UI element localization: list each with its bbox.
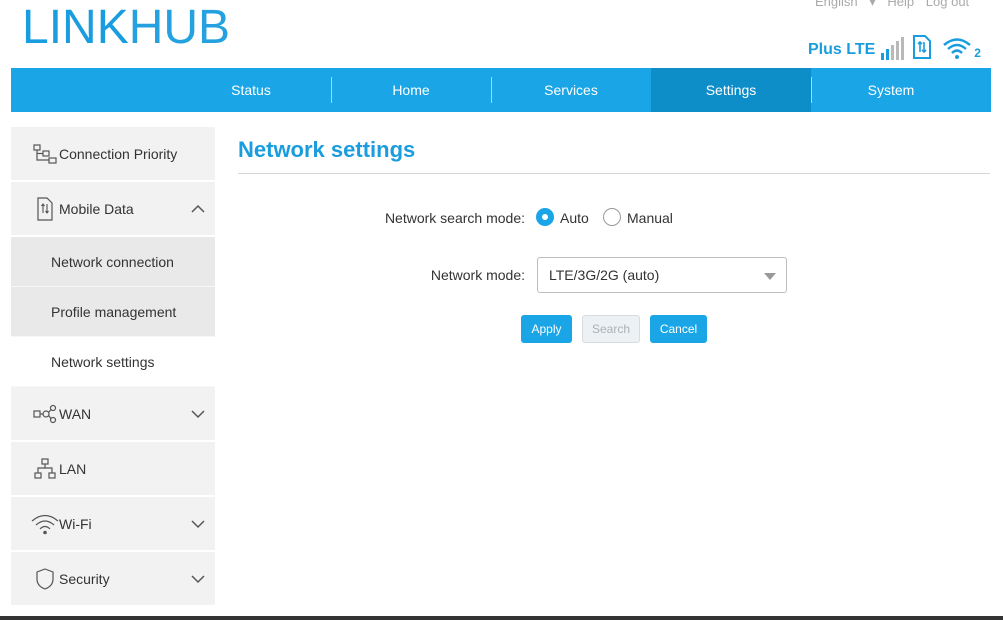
title-divider: [238, 173, 990, 174]
dropdown-caret-icon: [764, 273, 776, 280]
mobile-data-icon: [37, 196, 53, 221]
sidebar-subitem-profile-management[interactable]: Profile management: [11, 287, 215, 337]
cancel-button[interactable]: Cancel: [650, 315, 707, 343]
wifi-client-count: 2: [974, 46, 981, 60]
sidebar-subitem-network-settings[interactable]: Network settings: [11, 337, 215, 387]
apply-button[interactable]: Apply: [521, 315, 572, 343]
nav-settings[interactable]: Settings: [651, 68, 811, 112]
search-mode-auto-label[interactable]: Auto: [560, 210, 589, 226]
help-link[interactable]: Help: [887, 0, 914, 9]
main-nav: Status Home Services Settings System: [11, 68, 991, 112]
sim-card-icon: [913, 35, 932, 59]
header: LINKHUB English ▾ Help Log out Plus LTE …: [0, 0, 1003, 68]
search-mode-auto-radio[interactable]: [536, 208, 554, 226]
chevron-down-icon[interactable]: [191, 407, 205, 421]
signal-strength-icon: [881, 37, 906, 60]
sidebar-item-label: WAN: [59, 405, 92, 422]
nav-home[interactable]: Home: [331, 68, 491, 112]
sidebar-item-label: Wi-Fi: [59, 515, 92, 532]
logout-link[interactable]: Log out: [926, 0, 969, 9]
action-buttons: Apply Search Cancel: [238, 315, 990, 343]
sidebar-item-label: Security: [59, 570, 110, 587]
bottom-edge: [0, 616, 1003, 620]
nav-services[interactable]: Services: [491, 68, 651, 112]
status-area: Plus LTE 2: [808, 32, 981, 60]
top-links: English ▾ Help Log out: [815, 0, 977, 10]
network-mode-label: Network mode:: [430, 267, 525, 283]
sidebar: Connection Priority Mobile Data Network …: [11, 127, 215, 607]
sidebar-item-wifi[interactable]: Wi-Fi: [11, 497, 215, 552]
lan-icon: [34, 457, 56, 479]
shield-icon: [36, 567, 54, 590]
search-button[interactable]: Search: [582, 315, 640, 343]
sidebar-item-label: Mobile Data: [59, 200, 134, 217]
sidebar-item-label: LAN: [59, 460, 87, 477]
sidebar-item-label: Connection Priority: [59, 145, 178, 162]
language-select[interactable]: English ▾: [815, 0, 876, 9]
sidebar-item-lan[interactable]: LAN: [11, 442, 215, 497]
chevron-down-icon[interactable]: [191, 517, 205, 531]
nav-status[interactable]: Status: [171, 68, 331, 112]
page-title: Network settings: [238, 137, 416, 162]
sidebar-item-security[interactable]: Security: [11, 552, 215, 607]
carrier-name: Plus LTE: [808, 41, 876, 58]
chevron-up-icon[interactable]: [191, 202, 205, 216]
main-content: Network settings Network search mode: Au…: [238, 127, 990, 343]
search-mode-manual-radio[interactable]: [603, 208, 621, 226]
wifi-icon: [943, 38, 972, 59]
network-mode-value: LTE/3G/2G (auto): [549, 267, 660, 283]
sidebar-item-mobile-data[interactable]: Mobile Data: [11, 182, 215, 237]
linkhub-logo: LINKHUB: [22, 1, 231, 54]
network-mode-select[interactable]: LTE/3G/2G (auto): [537, 257, 787, 293]
nav-system[interactable]: System: [811, 68, 971, 112]
wifi-icon: [31, 514, 59, 534]
connection-priority-icon: [33, 143, 57, 164]
search-mode-label: Network search mode:: [384, 210, 525, 226]
wan-icon: [33, 404, 57, 423]
search-mode-row: Network search mode: Auto Manual: [238, 207, 990, 231]
sidebar-item-wan[interactable]: WAN: [11, 387, 215, 442]
chevron-down-icon[interactable]: [191, 572, 205, 586]
search-mode-manual-label[interactable]: Manual: [627, 210, 673, 226]
network-mode-row: Network mode: LTE/3G/2G (auto): [238, 257, 990, 293]
sidebar-item-connection-priority[interactable]: Connection Priority: [11, 127, 215, 182]
sidebar-subitem-network-connection[interactable]: Network connection: [11, 237, 215, 287]
